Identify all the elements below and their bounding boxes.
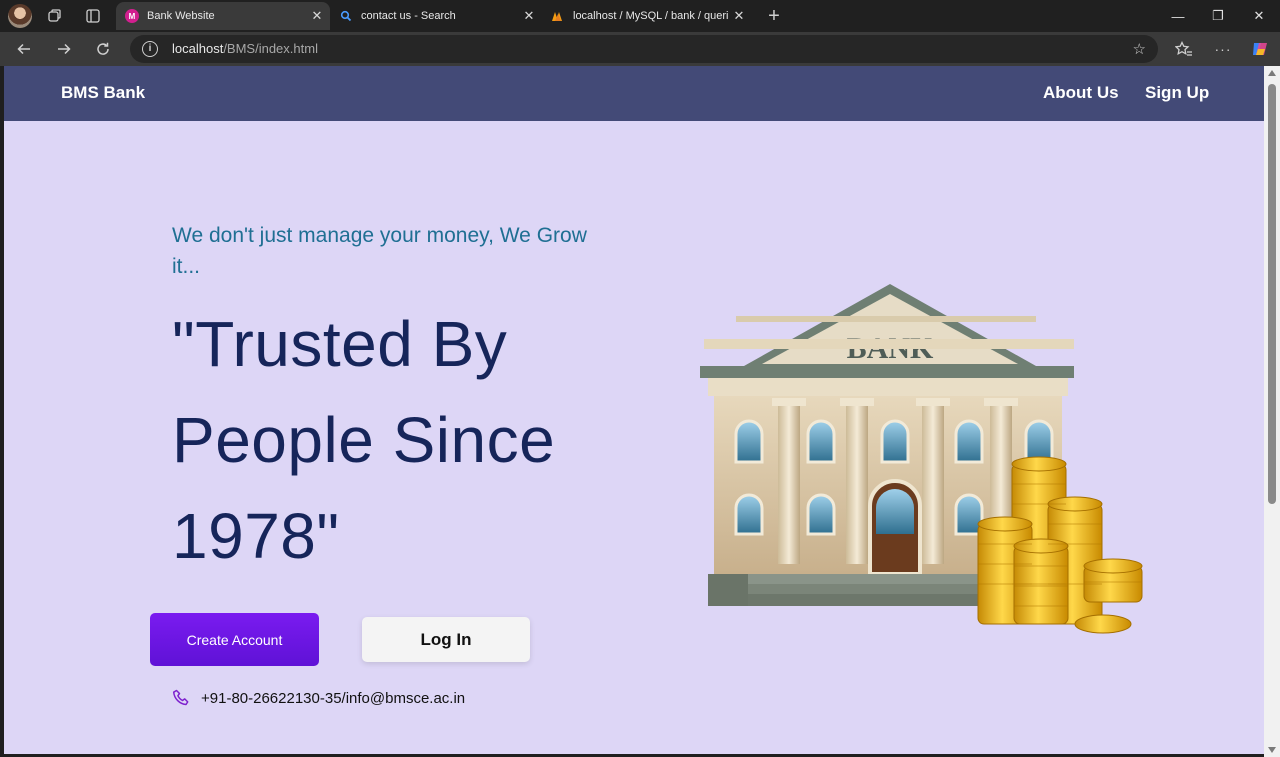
workspaces-icon[interactable]: [43, 5, 67, 27]
page-viewport: BMS Bank About Us Sign Up We don't just …: [4, 66, 1264, 754]
hero-tagline: We don't just manage your money, We Grow…: [172, 224, 587, 278]
phpmyadmin-favicon: [551, 9, 565, 23]
tab-bank-website[interactable]: M Bank Website ✕: [116, 2, 330, 30]
close-tab-icon[interactable]: ✕: [308, 8, 326, 24]
hero-headline: "Trusted By People Since 1978": [172, 308, 556, 572]
search-favicon: [339, 9, 353, 23]
bank-illustration: BANK: [700, 284, 1143, 634]
close-window-icon[interactable]: ✕: [1239, 0, 1279, 32]
restore-icon[interactable]: ❐: [1198, 0, 1238, 32]
back-icon[interactable]: [12, 38, 36, 60]
log-in-button[interactable]: Log In: [362, 617, 530, 662]
tab-actions-icon[interactable]: [81, 5, 105, 27]
favorites-icon[interactable]: [1172, 38, 1196, 60]
create-account-button[interactable]: Create Account: [150, 613, 319, 666]
scrollbar-thumb[interactable]: [1268, 84, 1276, 504]
bank-site-favicon: M: [125, 9, 139, 23]
address-bar[interactable]: i localhost/BMS/index.html ☆: [130, 35, 1158, 63]
tab-phpmyadmin[interactable]: localhost / MySQL / bank / queri ✕: [542, 2, 752, 30]
settings-more-icon[interactable]: ···: [1211, 38, 1235, 60]
site-info-icon[interactable]: i: [142, 41, 158, 57]
scroll-up-icon[interactable]: [1268, 70, 1276, 76]
forward-icon[interactable]: [52, 38, 76, 60]
contact-info: +91-80-26622130-35/info@bmsce.ac.in: [172, 688, 465, 708]
close-tab-icon[interactable]: ✕: [520, 8, 538, 24]
profile-avatar[interactable]: [8, 4, 32, 28]
minimize-icon[interactable]: —: [1158, 0, 1198, 32]
new-tab-icon[interactable]: +: [762, 5, 786, 27]
site-brand[interactable]: BMS Bank: [61, 83, 145, 103]
tab-contact-search[interactable]: contact us - Search ✕: [330, 2, 542, 30]
refresh-icon[interactable]: [91, 38, 115, 60]
close-tab-icon[interactable]: ✕: [730, 8, 748, 24]
nav-sign-up[interactable]: Sign Up: [1145, 83, 1209, 103]
address-url: localhost/BMS/index.html: [172, 41, 318, 56]
tab-title: localhost / MySQL / bank / queri: [573, 10, 729, 22]
copilot-icon[interactable]: [1248, 38, 1272, 60]
scroll-down-icon[interactable]: [1268, 747, 1276, 753]
site-header: BMS Bank About Us Sign Up: [4, 66, 1264, 121]
tab-title: contact us - Search: [361, 10, 456, 22]
browser-tab-strip: M Bank Website ✕ contact us - Search ✕ l…: [0, 0, 1280, 32]
contact-text: +91-80-26622130-35/info@bmsce.ac.in: [201, 689, 466, 707]
tab-title: Bank Website: [147, 10, 215, 22]
nav-about-us[interactable]: About Us: [1043, 83, 1119, 103]
browser-toolbar: i localhost/BMS/index.html ☆ ···: [0, 32, 1280, 66]
favorite-star-icon[interactable]: ☆: [1133, 40, 1146, 58]
phone-icon: [172, 689, 189, 706]
page-scrollbar[interactable]: [1264, 66, 1280, 757]
